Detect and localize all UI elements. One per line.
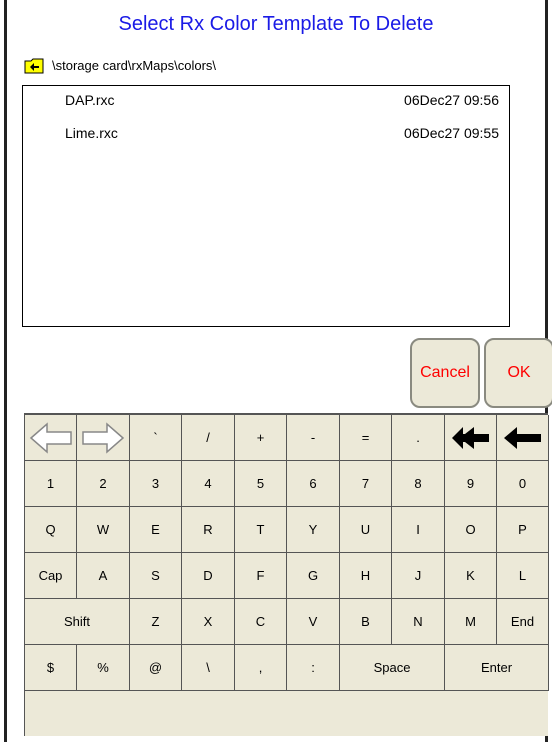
key-e[interactable]: E xyxy=(130,507,182,553)
keyboard-row: 1 2 3 4 5 6 7 8 9 0 xyxy=(25,461,549,507)
key-m[interactable]: M xyxy=(445,599,497,645)
key-3[interactable]: 3 xyxy=(130,461,182,507)
key-backspace[interactable] xyxy=(497,415,549,461)
key-n[interactable]: N xyxy=(392,599,445,645)
keyboard-row: Shift Z X C V B N M End xyxy=(25,599,549,645)
key-w[interactable]: W xyxy=(77,507,130,553)
key-z[interactable]: Z xyxy=(130,599,182,645)
key-minus[interactable]: - xyxy=(287,415,340,461)
file-row[interactable]: Lime.rxc 06Dec27 09:55 xyxy=(23,119,509,152)
key-0[interactable]: 0 xyxy=(497,461,549,507)
keyboard-row: $ % @ \ , : Space Enter xyxy=(25,645,549,691)
key-r[interactable]: R xyxy=(182,507,235,553)
key-plus[interactable]: + xyxy=(235,415,287,461)
key-7[interactable]: 7 xyxy=(340,461,392,507)
key-u[interactable]: U xyxy=(340,507,392,553)
key-9[interactable]: 9 xyxy=(445,461,497,507)
on-screen-keyboard: ` / + - = . 1 2 3 4 5 6 7 8 9 0 Q W E R … xyxy=(24,413,549,736)
key-5[interactable]: 5 xyxy=(235,461,287,507)
key-s[interactable]: S xyxy=(130,553,182,599)
key-d[interactable]: D xyxy=(182,553,235,599)
cancel-button[interactable]: Cancel xyxy=(410,338,480,408)
file-name: Lime.rxc xyxy=(65,125,118,141)
key-enter[interactable]: Enter xyxy=(445,645,549,691)
file-name: DAP.rxc xyxy=(65,92,115,108)
file-list[interactable]: DAP.rxc 06Dec27 09:56 Lime.rxc 06Dec27 0… xyxy=(22,85,510,327)
key-f[interactable]: F xyxy=(235,553,287,599)
key-percent[interactable]: % xyxy=(77,645,130,691)
key-period[interactable]: . xyxy=(392,415,445,461)
key-space[interactable]: Space xyxy=(340,645,445,691)
current-path: \storage card\rxMaps\colors\ xyxy=(52,58,217,73)
left-arrow-icon xyxy=(503,426,541,449)
page-title: Select Rx Color Template To Delete xyxy=(118,13,434,35)
key-p[interactable]: P xyxy=(497,507,549,553)
key-shift[interactable]: Shift xyxy=(25,599,130,645)
key-colon[interactable]: : xyxy=(287,645,340,691)
key-t[interactable]: T xyxy=(235,507,287,553)
file-row[interactable]: DAP.rxc 06Dec27 09:56 xyxy=(23,86,509,119)
double-left-arrow-icon xyxy=(451,426,489,449)
key-x[interactable]: X xyxy=(182,599,235,645)
key-l[interactable]: L xyxy=(497,553,549,599)
key-4[interactable]: 4 xyxy=(182,461,235,507)
key-8[interactable]: 8 xyxy=(392,461,445,507)
key-dollar[interactable]: $ xyxy=(25,645,77,691)
key-v[interactable]: V xyxy=(287,599,340,645)
folder-up-icon[interactable] xyxy=(24,58,44,74)
keyboard-row: ` / + - = . xyxy=(25,415,549,461)
key-1[interactable]: 1 xyxy=(25,461,77,507)
key-h[interactable]: H xyxy=(340,553,392,599)
key-caps[interactable]: Cap xyxy=(25,553,77,599)
right-outline-arrow-icon xyxy=(82,421,125,454)
key-a[interactable]: A xyxy=(77,553,130,599)
key-word-backspace[interactable] xyxy=(445,415,497,461)
file-date: 06Dec27 09:56 xyxy=(404,92,499,108)
key-i[interactable]: I xyxy=(392,507,445,553)
key-backtick[interactable]: ` xyxy=(130,415,182,461)
key-comma[interactable]: , xyxy=(235,645,287,691)
key-slash[interactable]: / xyxy=(182,415,235,461)
key-q[interactable]: Q xyxy=(25,507,77,553)
left-outline-arrow-icon xyxy=(29,421,72,454)
key-left-arrow[interactable] xyxy=(25,415,77,461)
key-g[interactable]: G xyxy=(287,553,340,599)
key-at[interactable]: @ xyxy=(130,645,182,691)
path-bar: \storage card\rxMaps\colors\ xyxy=(24,56,216,76)
keyboard-row: Q W E R T Y U I O P xyxy=(25,507,549,553)
key-o[interactable]: O xyxy=(445,507,497,553)
key-k[interactable]: K xyxy=(445,553,497,599)
file-date: 06Dec27 09:55 xyxy=(404,125,499,141)
keyboard-row: Cap A S D F G H J K L xyxy=(25,553,549,599)
key-b[interactable]: B xyxy=(340,599,392,645)
key-j[interactable]: J xyxy=(392,553,445,599)
key-backslash[interactable]: \ xyxy=(182,645,235,691)
key-y[interactable]: Y xyxy=(287,507,340,553)
key-2[interactable]: 2 xyxy=(77,461,130,507)
key-c[interactable]: C xyxy=(235,599,287,645)
key-equals[interactable]: = xyxy=(340,415,392,461)
ok-button[interactable]: OK xyxy=(484,338,552,408)
key-right-arrow[interactable] xyxy=(77,415,130,461)
key-6[interactable]: 6 xyxy=(287,461,340,507)
key-end[interactable]: End xyxy=(497,599,549,645)
